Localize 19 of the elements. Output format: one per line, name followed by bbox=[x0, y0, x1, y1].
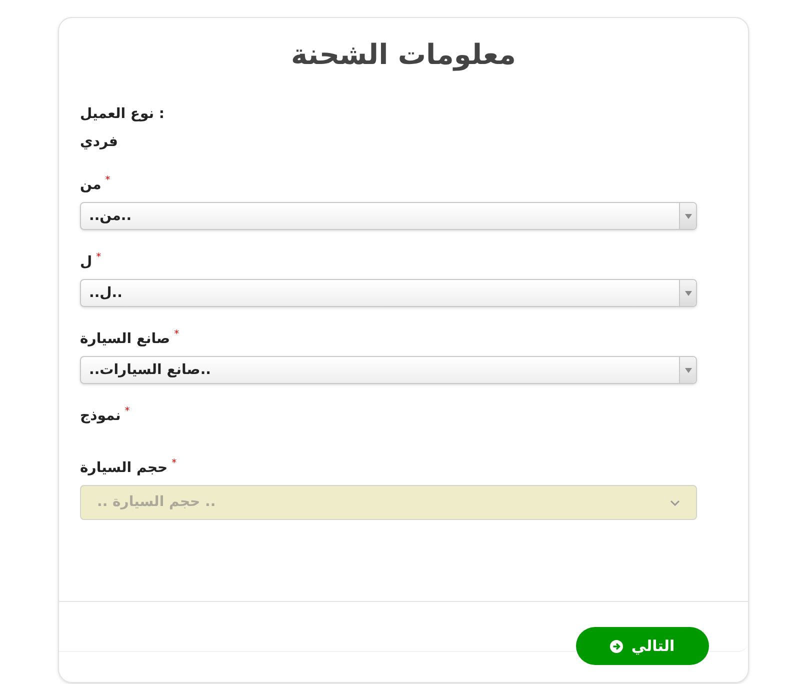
field-label: ل bbox=[80, 253, 92, 272]
required-mark: * bbox=[96, 252, 102, 264]
select-field[interactable]: ..صانع السيارات.. bbox=[80, 356, 697, 384]
field-label: نوع العميل : bbox=[80, 105, 165, 124]
next-button[interactable]: التالي bbox=[576, 627, 709, 665]
required-mark: * bbox=[172, 458, 177, 470]
customer-type-value: فردي bbox=[80, 133, 119, 152]
page-title: معلومات الشحنة bbox=[290, 37, 516, 73]
arrow-circle-icon bbox=[610, 640, 624, 652]
field-label: من bbox=[80, 176, 102, 195]
field-label: نموذج bbox=[80, 407, 121, 426]
select-field[interactable]: ..من.. bbox=[80, 202, 697, 230]
select-field[interactable]: ..ل.. bbox=[80, 279, 697, 307]
field-label: صانع السيارة bbox=[80, 330, 170, 349]
required-mark: * bbox=[105, 175, 110, 187]
required-mark: * bbox=[174, 329, 180, 341]
field-label: حجم السيارة bbox=[80, 459, 168, 478]
required-mark: * bbox=[124, 406, 130, 418]
chevron-down-icon bbox=[670, 500, 680, 506]
